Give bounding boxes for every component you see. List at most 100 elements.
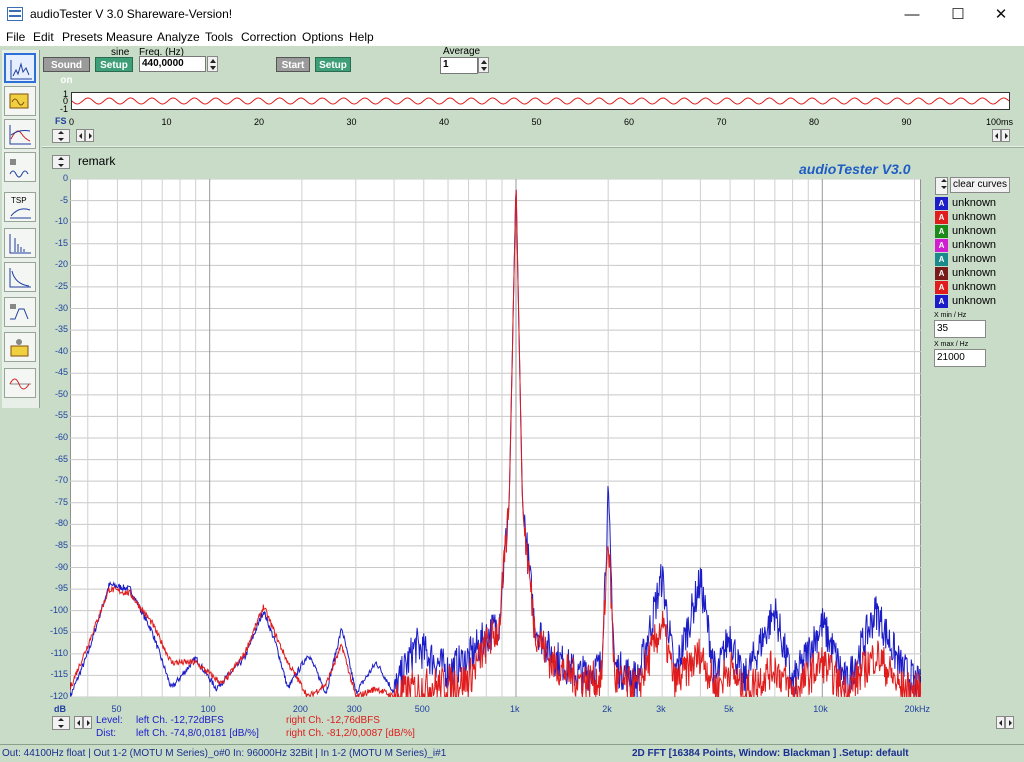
- distortion-icon[interactable]: [4, 152, 36, 182]
- y-tick-label: 0: [62, 173, 68, 183]
- menu-presets[interactable]: Presets: [62, 30, 103, 45]
- dist-label: Dist:: [96, 728, 116, 739]
- average-spinner[interactable]: [478, 57, 489, 73]
- window-title: audioTester V 3.0 Shareware-Version!: [30, 7, 233, 21]
- io-status: Out: 44100Hz float | Out 1-2 (MOTU M Ser…: [2, 748, 447, 759]
- start-button[interactable]: Start: [276, 57, 310, 72]
- x-tick-label: 1k: [509, 704, 520, 714]
- menu-bar: File Edit Presets Measure Analyze Tools …: [0, 30, 1024, 46]
- xmax-input[interactable]: 21000: [934, 349, 986, 367]
- y-tick-label: -100: [49, 604, 68, 615]
- x-tick-label: 20kHz: [904, 704, 931, 714]
- y-tick-label: -85: [54, 539, 68, 550]
- right-dist-readout: right Ch. -81,2/0,0087 [dB/%]: [286, 728, 415, 739]
- y-tick-label: -20: [54, 259, 68, 270]
- plot-scroll-left[interactable]: [74, 716, 83, 729]
- x-tick-label: 50: [111, 704, 122, 714]
- scope-x-tick: 80: [809, 117, 820, 127]
- scope-y-bottom: -1: [60, 104, 69, 114]
- measurement-toolbar: TSP: [2, 50, 40, 408]
- curve-color-swatch[interactable]: A: [935, 253, 948, 266]
- scope-pan-right[interactable]: [1001, 129, 1010, 142]
- y-tick-label: -60: [54, 432, 68, 442]
- y-tick-label: -50: [54, 388, 68, 399]
- curve-color-swatch[interactable]: A: [935, 211, 948, 224]
- menu-correction[interactable]: Correction: [241, 30, 296, 45]
- scope-x-tick: 70: [716, 117, 727, 127]
- scope-x-tick: 0: [69, 117, 75, 127]
- tsp-icon[interactable]: TSP: [4, 192, 36, 222]
- frequency-spinner[interactable]: [207, 56, 218, 72]
- scope-zoom-spinner[interactable]: [52, 129, 70, 143]
- y-range-spinner[interactable]: [52, 155, 70, 169]
- curve-color-swatch[interactable]: A: [935, 197, 948, 210]
- y-tick-label: -55: [54, 410, 68, 421]
- menu-help[interactable]: Help: [349, 30, 374, 45]
- y-tick-label: -95: [54, 583, 68, 594]
- fft-spectrum-svg: [69, 178, 922, 699]
- remark-label[interactable]: remark: [78, 154, 115, 168]
- x-tick-label: 300: [346, 704, 362, 714]
- plot-scroll-right[interactable]: [83, 716, 92, 729]
- curve-color-swatch[interactable]: A: [935, 267, 948, 280]
- menu-file[interactable]: File: [6, 30, 25, 45]
- xmin-input[interactable]: 35: [934, 320, 986, 338]
- x-tick-label: 500: [414, 704, 430, 714]
- impulse-icon[interactable]: [4, 228, 36, 258]
- plot-pan-left[interactable]: [996, 716, 1005, 729]
- y-tick-label: -45: [54, 367, 68, 378]
- xmin-label: X min / Hz: [934, 312, 967, 319]
- close-button[interactable]: ✕: [978, 0, 1024, 30]
- menu-analyze[interactable]: Analyze: [157, 30, 200, 45]
- average-input[interactable]: 1: [440, 57, 478, 74]
- scope-pan-left[interactable]: [992, 129, 1001, 142]
- curve-name: unknown: [952, 253, 997, 265]
- scope-scroll-left[interactable]: [76, 129, 85, 142]
- scope-scroll-right[interactable]: [85, 129, 94, 142]
- y-tick-label: -5: [59, 194, 68, 205]
- brand-logo: audioTester V3.0: [799, 161, 911, 177]
- curve-name: unknown: [952, 281, 997, 293]
- minimize-button[interactable]: —: [889, 0, 935, 30]
- scope-x-tick: 10: [161, 117, 172, 127]
- scope-trace: [71, 97, 1010, 105]
- y-tick-label: -80: [54, 518, 68, 529]
- app-icon: [7, 7, 23, 21]
- plot-pan-right[interactable]: [1005, 716, 1014, 729]
- curves-scroll-spinner[interactable]: [935, 177, 948, 195]
- waveform-icon[interactable]: [4, 368, 36, 398]
- clear-curves-button[interactable]: clear curves: [950, 177, 1010, 193]
- y-tick-label: -65: [54, 453, 68, 464]
- maximize-button[interactable]: ☐: [935, 0, 981, 30]
- decay-icon[interactable]: [4, 262, 36, 292]
- speaker-icon[interactable]: [4, 332, 36, 362]
- x-range-spinner[interactable]: [52, 716, 70, 730]
- scope-x-tick: 90: [901, 117, 912, 127]
- x-tick-label: 10k: [813, 704, 828, 714]
- menu-tools[interactable]: Tools: [205, 30, 233, 45]
- y-tick-label: -40: [54, 345, 68, 356]
- y-tick-label: -25: [54, 280, 68, 291]
- frequency-input[interactable]: 440,0000: [139, 56, 206, 72]
- left-level-readout: left Ch. -12,72dBFS: [136, 715, 224, 726]
- curve-color-swatch[interactable]: A: [935, 281, 948, 294]
- frequency-response-icon[interactable]: [4, 119, 36, 149]
- oscilloscope-icon[interactable]: [4, 86, 36, 116]
- y-tick-label: -75: [54, 496, 68, 507]
- curve-color-swatch[interactable]: A: [935, 225, 948, 238]
- fft-spectrum-plot[interactable]: [69, 178, 922, 699]
- average-label: Average: [443, 46, 481, 57]
- sound-on-button[interactable]: Sound on: [43, 57, 90, 86]
- y-tick-label: -35: [54, 324, 68, 335]
- curve-name: unknown: [952, 197, 997, 209]
- curve-color-swatch[interactable]: A: [935, 295, 948, 308]
- generator-setup-button[interactable]: Setup: [95, 57, 133, 72]
- filter-icon[interactable]: [4, 297, 36, 327]
- fft-spectrum-icon[interactable]: [4, 53, 36, 83]
- analyzer-setup-button[interactable]: Setup: [315, 57, 351, 72]
- menu-edit[interactable]: Edit: [33, 30, 54, 45]
- fs-label: FS: [55, 116, 67, 126]
- menu-measure[interactable]: Measure: [106, 30, 153, 45]
- curve-color-swatch[interactable]: A: [935, 239, 948, 252]
- menu-options[interactable]: Options: [302, 30, 343, 45]
